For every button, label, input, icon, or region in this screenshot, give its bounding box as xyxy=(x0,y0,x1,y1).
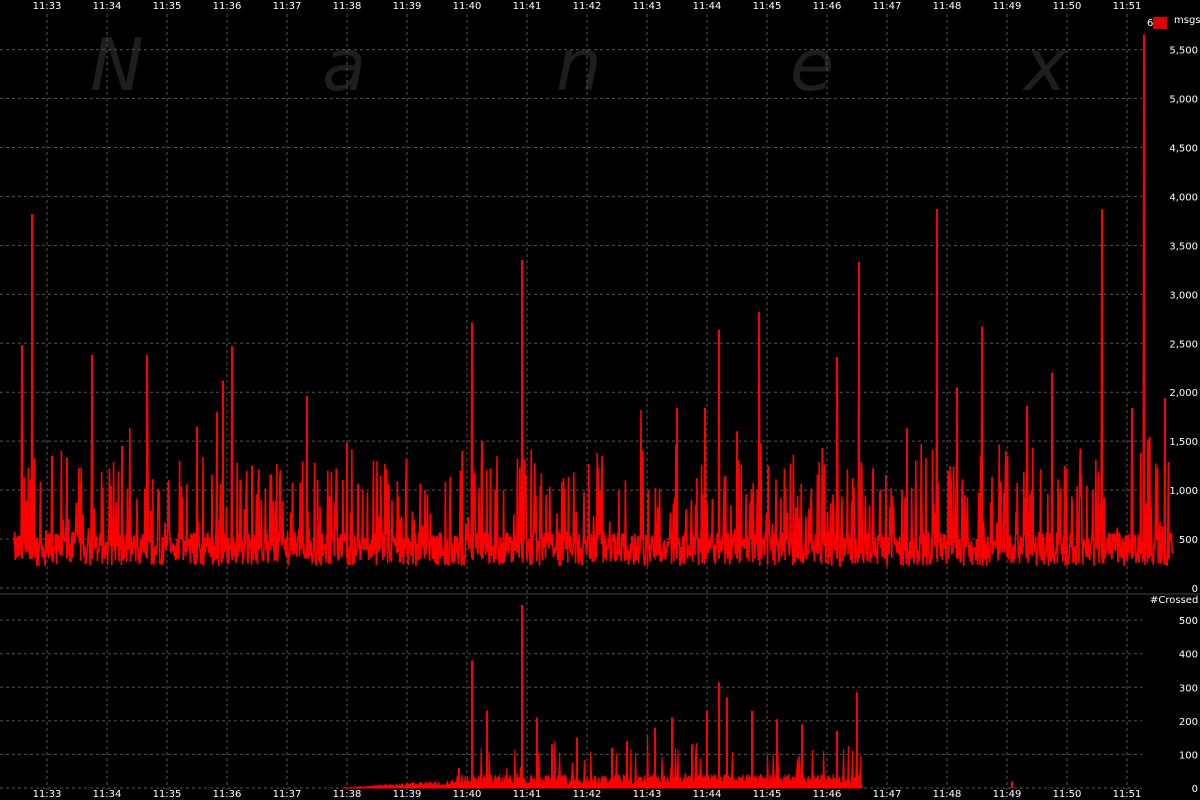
msgs-y-tick: 1,500 xyxy=(1169,437,1198,448)
time-tick-bottom: 11:41 xyxy=(513,789,542,800)
time-tick-top: 11:35 xyxy=(153,1,182,12)
legend-label: 6 xyxy=(1147,18,1153,29)
time-tick-bottom: 11:51 xyxy=(1113,789,1142,800)
time-tick-bottom: 11:45 xyxy=(753,789,782,800)
time-tick-top: 11:37 xyxy=(273,1,302,12)
msgs-y-tick: 5,000 xyxy=(1169,95,1198,106)
time-tick-bottom: 11:46 xyxy=(813,789,842,800)
time-tick-top: 11:39 xyxy=(393,1,422,12)
crossed-y-tick: 400 xyxy=(1179,650,1198,661)
time-tick-bottom: 11:34 xyxy=(93,789,122,800)
msgs-y-tick: 5,500 xyxy=(1169,46,1198,57)
msgs-y-tick: 2,500 xyxy=(1169,339,1198,350)
time-tick-bottom: 11:48 xyxy=(933,789,962,800)
time-tick-top: 11:34 xyxy=(93,1,122,12)
time-tick-top: 11:40 xyxy=(453,1,482,12)
msgs-axis-label: msgs xyxy=(1174,15,1200,26)
watermark-letter: e xyxy=(790,23,834,107)
time-tick-bottom: 11:36 xyxy=(213,789,242,800)
crossed-axis-label: #Crossed xyxy=(1150,595,1198,606)
time-tick-bottom: 11:44 xyxy=(693,789,722,800)
crossed-y-tick: 200 xyxy=(1179,717,1198,728)
time-tick-top: 11:36 xyxy=(213,1,242,12)
time-tick-top: 11:41 xyxy=(513,1,542,12)
msgs-y-tick: 3,500 xyxy=(1169,241,1198,252)
time-tick-bottom: 11:37 xyxy=(273,789,302,800)
legend-swatch xyxy=(1153,17,1167,29)
watermark-letter: a xyxy=(322,23,366,107)
time-tick-top: 11:48 xyxy=(933,1,962,12)
msgs-y-tick: 2,000 xyxy=(1169,388,1198,399)
chart: Na n e x 11:33 11:33 11:34 11:34 11:35 11:35 11:3… xyxy=(0,0,1200,800)
time-tick-bottom: 11:49 xyxy=(993,789,1022,800)
time-tick-top: 11:44 xyxy=(693,1,722,12)
watermark-letter: n xyxy=(556,23,602,107)
time-tick-top: 11:46 xyxy=(813,1,842,12)
time-tick-top: 11:38 xyxy=(333,1,362,12)
time-tick-bottom: 11:38 xyxy=(333,789,362,800)
time-tick-top: 11:50 xyxy=(1053,1,1082,12)
crossed-y-tick: 100 xyxy=(1179,750,1198,761)
watermark-letter: x xyxy=(1022,23,1068,107)
time-tick-top: 11:42 xyxy=(573,1,602,12)
time-tick-top: 11:45 xyxy=(753,1,782,12)
msgs-y-tick: 1,000 xyxy=(1169,486,1198,497)
chart-background xyxy=(0,0,1200,800)
time-tick-top: 11:51 xyxy=(1113,1,1142,12)
time-tick-bottom: 11:40 xyxy=(453,789,482,800)
time-tick-bottom: 11:50 xyxy=(1053,789,1082,800)
time-tick-bottom: 11:35 xyxy=(153,789,182,800)
time-tick-top: 11:43 xyxy=(633,1,662,12)
time-tick-bottom: 11:33 xyxy=(33,789,62,800)
msgs-y-tick: 3,000 xyxy=(1169,290,1198,301)
crossed-y-tick: 500 xyxy=(1179,616,1198,627)
time-tick-top: 11:47 xyxy=(873,1,902,12)
watermark-letter: N xyxy=(90,23,144,107)
time-tick-bottom: 11:43 xyxy=(633,789,662,800)
legend-marker: 6 xyxy=(1147,17,1167,29)
time-tick-bottom: 11:47 xyxy=(873,789,902,800)
time-tick-bottom: 11:42 xyxy=(573,789,602,800)
msgs-y-tick: 500 xyxy=(1179,535,1198,546)
msgs-y-tick: 4,500 xyxy=(1169,143,1198,154)
msgs-y-tick: 4,000 xyxy=(1169,192,1198,203)
time-tick-top: 11:33 xyxy=(33,1,62,12)
time-tick-bottom: 11:39 xyxy=(393,789,422,800)
msgs-y-tick: 0 xyxy=(1192,584,1198,595)
crossed-y-tick: 0 xyxy=(1192,784,1198,795)
time-tick-top: 11:49 xyxy=(993,1,1022,12)
crossed-y-tick: 300 xyxy=(1179,683,1198,694)
